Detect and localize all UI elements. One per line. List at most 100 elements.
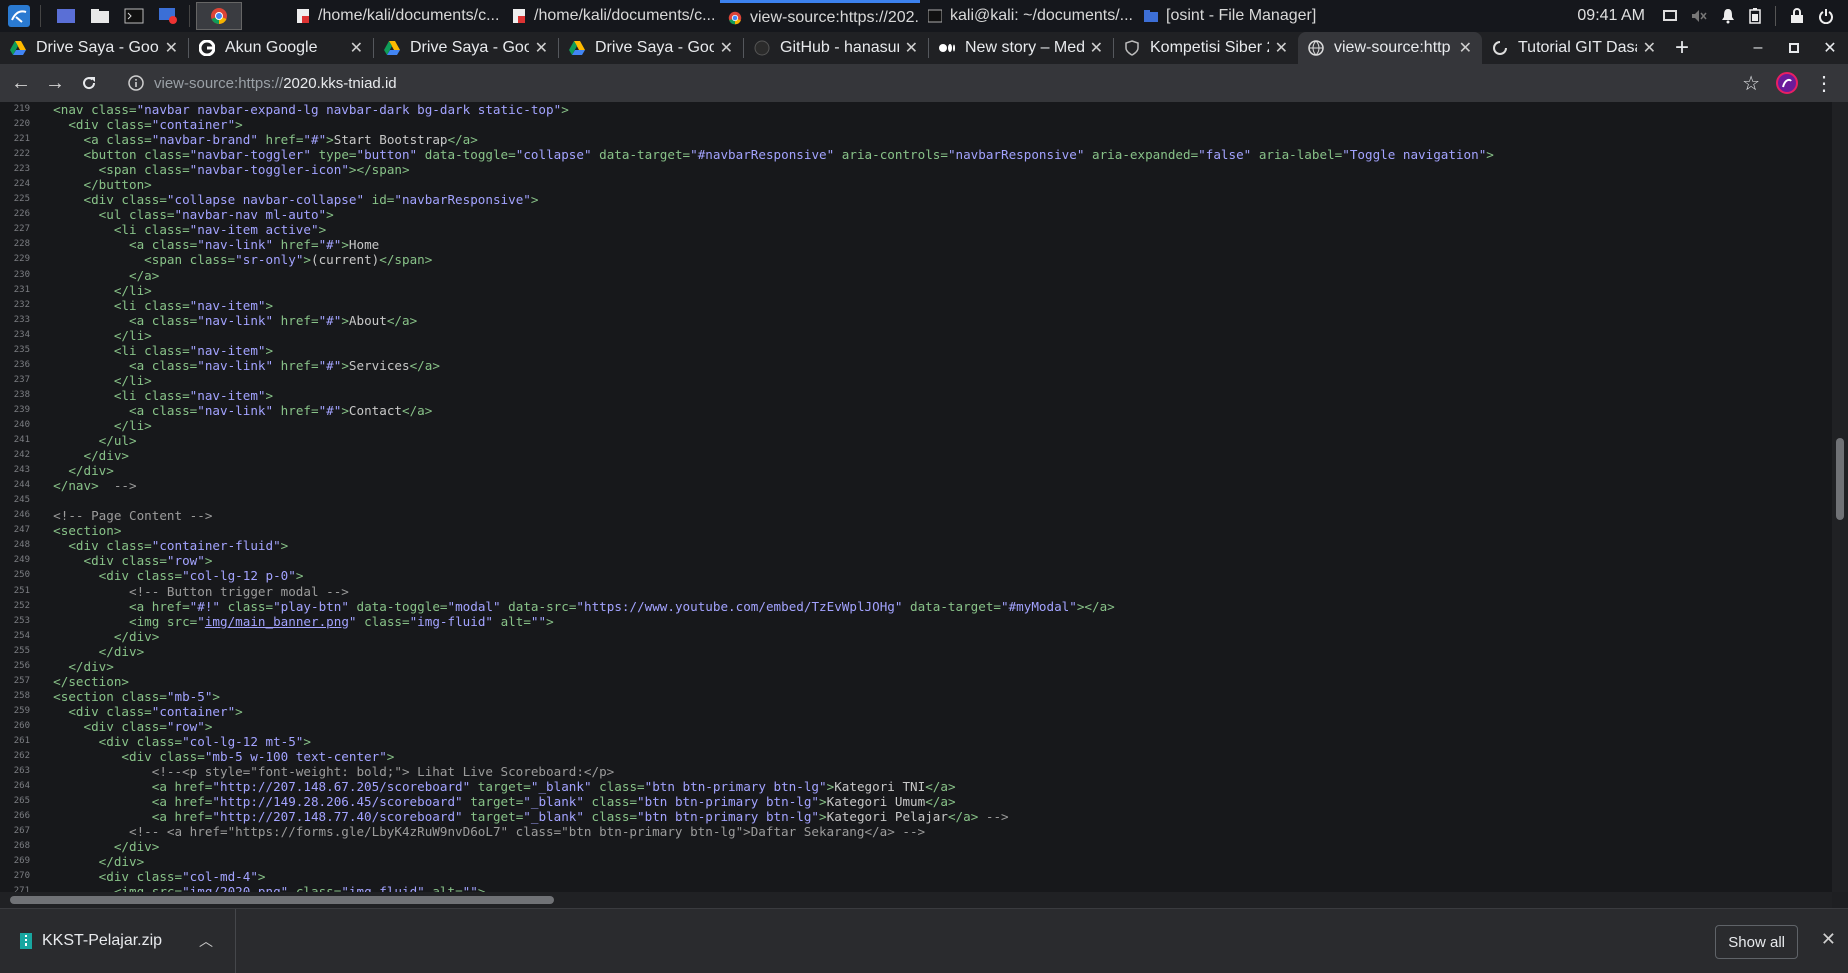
reload-button[interactable] — [72, 66, 106, 100]
minimize-button[interactable]: – — [1740, 32, 1776, 64]
kali-menu-icon[interactable] — [4, 1, 34, 31]
source-code-text: <section class="mb-5"> — [53, 688, 220, 704]
source-link[interactable]: img/main_banner.png — [205, 614, 349, 629]
source-line: 258 <section class="mb-5"> — [0, 689, 1832, 704]
line-number: 244 — [13, 480, 30, 491]
kebab-menu-icon[interactable]: ⋮ — [1814, 71, 1834, 96]
source-code-text: <div class="col-md-4"> — [98, 869, 266, 885]
show-all-downloads-button[interactable]: Show all — [1715, 925, 1798, 959]
source-code-text: </div> — [68, 658, 114, 674]
browser-tab[interactable]: GitHub - hanasur ✕ — [744, 32, 928, 64]
close-download-shelf-icon[interactable]: ✕ — [1821, 929, 1836, 950]
horizontal-scrollbar[interactable] — [0, 892, 1832, 908]
browser-tab[interactable]: Kompetisi Siber 2 ✕ — [1114, 32, 1298, 64]
close-window-button[interactable]: ✕ — [1812, 32, 1848, 64]
source-link[interactable]: img/2020.png — [190, 884, 281, 892]
file-icon — [513, 9, 525, 23]
close-tab-icon[interactable]: ✕ — [905, 38, 918, 58]
source-line: 236 <a class="nav-link" href="#">Service… — [0, 358, 1832, 373]
source-line: 227 <li class="nav-item active"> — [0, 222, 1832, 237]
url-prefix: view-source:https:// — [154, 74, 284, 92]
source-code-text: <li class="nav-item active"> — [113, 222, 327, 238]
source-line: 243 </div> — [0, 463, 1832, 478]
browser-tab-active[interactable]: view-source:http ✕ — [1298, 32, 1482, 64]
file-manager-launcher-icon[interactable] — [85, 1, 115, 31]
browser-tab[interactable]: Akun Google ✕ — [189, 32, 373, 64]
taskbar-task-4[interactable]: kali@kali: ~/documents/... — [920, 0, 1136, 32]
source-line: 225 <div class="collapse navbar-collapse… — [0, 192, 1832, 207]
source-code-text: </div> — [68, 463, 114, 479]
close-tab-icon[interactable]: ✕ — [1090, 38, 1103, 58]
line-number: 267 — [13, 826, 30, 837]
browser-tab[interactable]: Drive Saya - Goog ✕ — [559, 32, 743, 64]
taskbar-task-1[interactable]: /home/kali/documents/c... — [288, 0, 504, 32]
line-number: 220 — [13, 119, 30, 130]
screen-recorder-launcher-icon[interactable] — [153, 1, 183, 31]
source-line: 229 <span class="sr-only">(current)</spa… — [0, 252, 1832, 267]
view-source-content[interactable]: 219 <nav class="navbar navbar-expand-lg … — [0, 102, 1832, 892]
source-line: 233 <a class="nav-link" href="#">About</… — [0, 313, 1832, 328]
maximize-button[interactable] — [1776, 32, 1812, 64]
battery-icon[interactable] — [1749, 8, 1761, 24]
source-code-text: <!--<p style="font-weight: bold;"> Lihat… — [151, 764, 615, 780]
source-line: 223 <span class="navbar-toggler-icon"></… — [0, 162, 1832, 177]
taskbar-task-label: view-source:https://202... — [750, 8, 920, 26]
close-tab-icon[interactable]: ✕ — [720, 38, 733, 58]
notification-bell-icon[interactable] — [1721, 8, 1735, 24]
browser-tab[interactable]: New story – Medi ✕ — [929, 32, 1113, 64]
close-tab-icon[interactable]: ✕ — [1459, 38, 1472, 58]
source-code-text: <img src="img/2020.png" class="img-fluid… — [38, 884, 486, 892]
browser-toolbar: ← → view-source:https://2020.kks-tniad.i… — [0, 64, 1848, 102]
source-line: 262 <div class="mb-5 w-100 text-center"> — [0, 749, 1832, 764]
source-code-text: <div class="mb-5 w-100 text-center"> — [121, 749, 395, 765]
horizontal-scrollbar-thumb[interactable] — [10, 896, 554, 904]
source-line: 251 <!-- Button trigger modal --> — [0, 584, 1832, 599]
close-tab-icon[interactable]: ✕ — [535, 38, 548, 58]
info-icon[interactable] — [128, 75, 144, 91]
taskbar-task-5[interactable]: [osint - File Manager] — [1136, 0, 1352, 32]
terminal-launcher-icon[interactable] — [119, 1, 149, 31]
source-code-text: </ul> — [98, 433, 137, 449]
star-bookmark-icon[interactable]: ☆ — [1742, 71, 1760, 96]
browser-tab[interactable]: Drive Saya - Goog ✕ — [0, 32, 188, 64]
lock-icon[interactable] — [1790, 8, 1804, 24]
tray-separator — [1775, 6, 1776, 26]
browser-tab[interactable]: Drive Saya - Goog ✕ — [374, 32, 558, 64]
source-line: 264 <a href="http://207.148.67.205/score… — [0, 779, 1832, 794]
close-icon: ✕ — [1823, 40, 1837, 57]
vertical-scrollbar[interactable] — [1832, 102, 1848, 892]
display-icon[interactable] — [1663, 9, 1677, 23]
close-tab-icon[interactable]: ✕ — [350, 38, 363, 58]
taskbar-task-3[interactable]: view-source:https://202... — [720, 0, 920, 32]
line-number: 238 — [13, 389, 30, 400]
source-code-text: </section> — [53, 673, 129, 689]
source-code-text: <div class="container"> — [68, 117, 243, 133]
chevron-up-icon[interactable]: ︿ — [199, 931, 213, 951]
vertical-scrollbar-thumb[interactable] — [1836, 438, 1844, 520]
line-number: 260 — [13, 720, 30, 731]
back-button[interactable]: ← — [4, 66, 38, 100]
line-number: 222 — [13, 149, 30, 160]
taskbar-task-2[interactable]: /home/kali/documents/c... — [504, 0, 720, 32]
source-line: 260 <div class="row"> — [0, 719, 1832, 734]
address-bar[interactable]: view-source:https://2020.kks-tniad.id — [114, 68, 1714, 98]
source-line: 239 <a class="nav-link" href="#">Contact… — [0, 403, 1832, 418]
line-number: 258 — [13, 690, 30, 701]
forward-button[interactable]: → — [38, 66, 72, 100]
line-number: 240 — [13, 419, 30, 430]
google-drive-icon — [10, 40, 26, 56]
close-tab-icon[interactable]: ✕ — [165, 38, 178, 58]
google-drive-icon — [569, 40, 585, 56]
workspace-icon[interactable] — [51, 1, 81, 31]
line-number: 241 — [13, 435, 30, 446]
power-icon[interactable] — [1818, 8, 1834, 24]
close-tab-icon[interactable]: ✕ — [1643, 38, 1656, 58]
avatar[interactable] — [1776, 72, 1798, 94]
volume-muted-icon[interactable] — [1691, 9, 1707, 23]
browser-tab[interactable]: Tutorial GIT Dasa ✕ — [1482, 32, 1666, 64]
new-tab-button[interactable]: + — [1666, 32, 1698, 64]
close-tab-icon[interactable]: ✕ — [1275, 38, 1288, 58]
line-number: 271 — [13, 886, 30, 892]
download-item[interactable]: KKST-Pelajar.zip ︿ — [0, 909, 236, 973]
taskbar-chrome-button[interactable] — [196, 2, 242, 30]
